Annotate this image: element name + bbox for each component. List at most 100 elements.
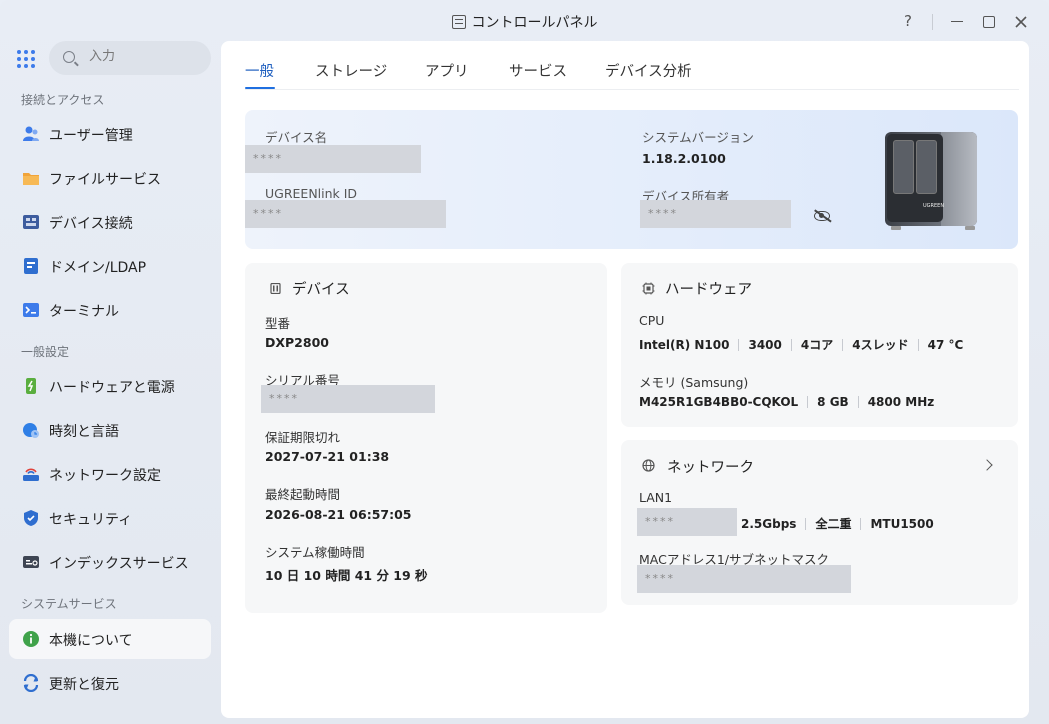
sidebar-item-label: ネットワーク設定 (49, 468, 161, 484)
cpu-threads: 4スレッド (852, 338, 909, 352)
lan-speed: 2.5Gbps (741, 516, 797, 531)
network-card[interactable]: ネットワーク LAN1 **** 2.5Gbps 全二重 MTU1500 MAC… (621, 440, 1018, 605)
minimize-icon (951, 20, 963, 23)
sidebar-item-terminal[interactable]: ターミナル (9, 290, 211, 330)
chevron-right-icon[interactable] (981, 459, 993, 471)
sidebar-item-index-service[interactable]: インデックスサービス (9, 542, 211, 582)
sidebar-item-user-management[interactable]: ユーザー管理 (9, 114, 211, 154)
device-name-label: デバイス名 (265, 130, 328, 145)
sidebar-item-update-restore[interactable]: 更新と復元 (9, 663, 211, 703)
device-card: デバイス 型番 DXP2800 シリアル番号 **** 保証期限切れ 2027-… (245, 263, 607, 613)
memory-model: M425R1GB4BB0-CQKOL (639, 395, 799, 409)
sidebar-item-label: 本機について (49, 633, 133, 649)
memory-values: M425R1GB4BB0-CQKOL 8 GB 4800 MHz (639, 395, 934, 409)
cpu-cores: 4コア (800, 338, 834, 352)
lan-mtu: MTU1500 (870, 516, 934, 531)
tab-services[interactable]: サービス (509, 60, 567, 81)
system-version-value: 1.18.2.0100 (642, 151, 726, 166)
system-version-label: システムバージョン (642, 130, 754, 145)
sidebar-item-label: セキュリティ (49, 512, 133, 528)
sidebar-item-device-connection[interactable]: デバイス接続 (9, 202, 211, 242)
app-grid-icon[interactable] (17, 50, 35, 68)
tab-general[interactable]: 一般 (245, 60, 274, 81)
main-panel: 一般 ストレージ アプリ サービス デバイス分析 デバイス名 **** UGRE… (221, 41, 1029, 718)
tab-divider (245, 89, 1019, 90)
serial-value: **** (261, 385, 435, 413)
last-boot-value: 2026-08-21 06:57:05 (265, 507, 412, 522)
warranty-value: 2027-07-21 01:38 (265, 449, 390, 464)
domain-icon (24, 258, 38, 274)
sidebar-item-label: ドメイン/LDAP (49, 260, 147, 276)
globe-clock-icon (23, 423, 39, 438)
hardware-power-icon (26, 378, 36, 394)
hardware-card-title: ハードウェア (665, 282, 752, 298)
memory-speed: 4800 MHz (867, 395, 935, 409)
search-box[interactable] (49, 41, 211, 75)
sidebar-item-time-language[interactable]: 時刻と言語 (9, 410, 211, 450)
info-icon (23, 631, 39, 647)
mac-value: **** (637, 565, 851, 593)
model-label: 型番 (265, 316, 291, 331)
search-input[interactable] (89, 49, 199, 64)
section-label-connect-access: 接続とアクセス (21, 93, 105, 107)
eye-hidden-icon[interactable] (814, 211, 830, 221)
tab-apps[interactable]: アプリ (425, 60, 469, 81)
device-connect-icon (23, 215, 39, 229)
memory-size: 8 GB (817, 395, 849, 409)
users-icon (23, 126, 39, 141)
model-value: DXP2800 (265, 335, 329, 350)
section-label-general-settings: 一般設定 (21, 345, 70, 359)
index-icon (23, 556, 39, 568)
control-panel-icon (451, 15, 466, 29)
section-label-system-services: システムサービス (21, 597, 117, 611)
tab-storage[interactable]: ストレージ (315, 60, 387, 81)
sidebar-item-file-service[interactable]: ファイルサービス (9, 158, 211, 198)
sidebar-item-label: ファイルサービス (49, 172, 161, 188)
minimize-button[interactable] (946, 10, 968, 32)
uptime-label: システム稼働時間 (265, 545, 365, 560)
device-card-title: デバイス (292, 282, 350, 298)
network-settings-icon (23, 468, 39, 481)
globe-icon (642, 459, 655, 472)
title-bar: コントロールパネル ? (0, 0, 1049, 41)
sidebar-item-label: ターミナル (49, 304, 119, 320)
device-owner-value: **** (640, 200, 791, 228)
hardware-card: ハードウェア CPU Intel(R) N100 3400 4コア 4スレッド … (621, 263, 1018, 427)
window-title-text: コントロールパネル (471, 15, 598, 31)
chip-icon (642, 282, 655, 295)
lan-ip-value: **** (637, 508, 737, 536)
sidebar-item-security[interactable]: セキュリティ (9, 498, 211, 538)
sidebar-item-label: 時刻と言語 (49, 424, 119, 440)
terminal-icon (23, 303, 39, 317)
maximize-button[interactable] (978, 10, 1000, 32)
titlebar-divider (932, 14, 933, 30)
close-button[interactable] (1010, 10, 1032, 32)
sidebar-item-network-settings[interactable]: ネットワーク設定 (9, 454, 211, 494)
sidebar-item-about[interactable]: 本機について (9, 619, 211, 659)
sidebar-item-label: ハードウェアと電源 (49, 380, 175, 396)
ugreenlink-id-label: UGREENlink ID (265, 186, 358, 201)
sidebar-item-hardware-power[interactable]: ハードウェアと電源 (9, 366, 211, 406)
help-button[interactable]: ? (897, 10, 919, 32)
lan-duplex: 全二重 (815, 517, 852, 531)
last-boot-label: 最終起動時間 (265, 487, 341, 502)
sidebar-item-label: インデックスサービス (49, 556, 189, 572)
device-summary-banner: デバイス名 **** UGREENlink ID **** システムバージョン … (245, 110, 1018, 249)
window-title: コントロールパネル (0, 12, 1049, 32)
lan-values: 2.5Gbps 全二重 MTU1500 (741, 515, 934, 532)
memory-label: メモリ (Samsung) (639, 375, 749, 390)
nas-logo: UGREEN (923, 203, 945, 209)
sidebar-item-domain-ldap[interactable]: ドメイン/LDAP (9, 246, 211, 286)
cpu-temperature: 47 °C (927, 337, 964, 352)
warranty-label: 保証期限切れ (265, 430, 341, 445)
update-restore-icon (23, 674, 39, 692)
maximize-icon (983, 15, 995, 28)
device-icon (270, 283, 281, 294)
control-panel-window: コントロールパネル ? 接続とアクセス ユーザー管理 ファイルサービス デバイス… (0, 0, 1049, 724)
ugreenlink-id-value: **** (245, 200, 446, 228)
close-icon (1015, 15, 1027, 28)
sidebar-item-label: デバイス接続 (49, 216, 133, 232)
tab-device-analysis[interactable]: デバイス分析 (605, 60, 692, 81)
folder-icon (23, 173, 39, 185)
network-card-title: ネットワーク (667, 460, 754, 476)
